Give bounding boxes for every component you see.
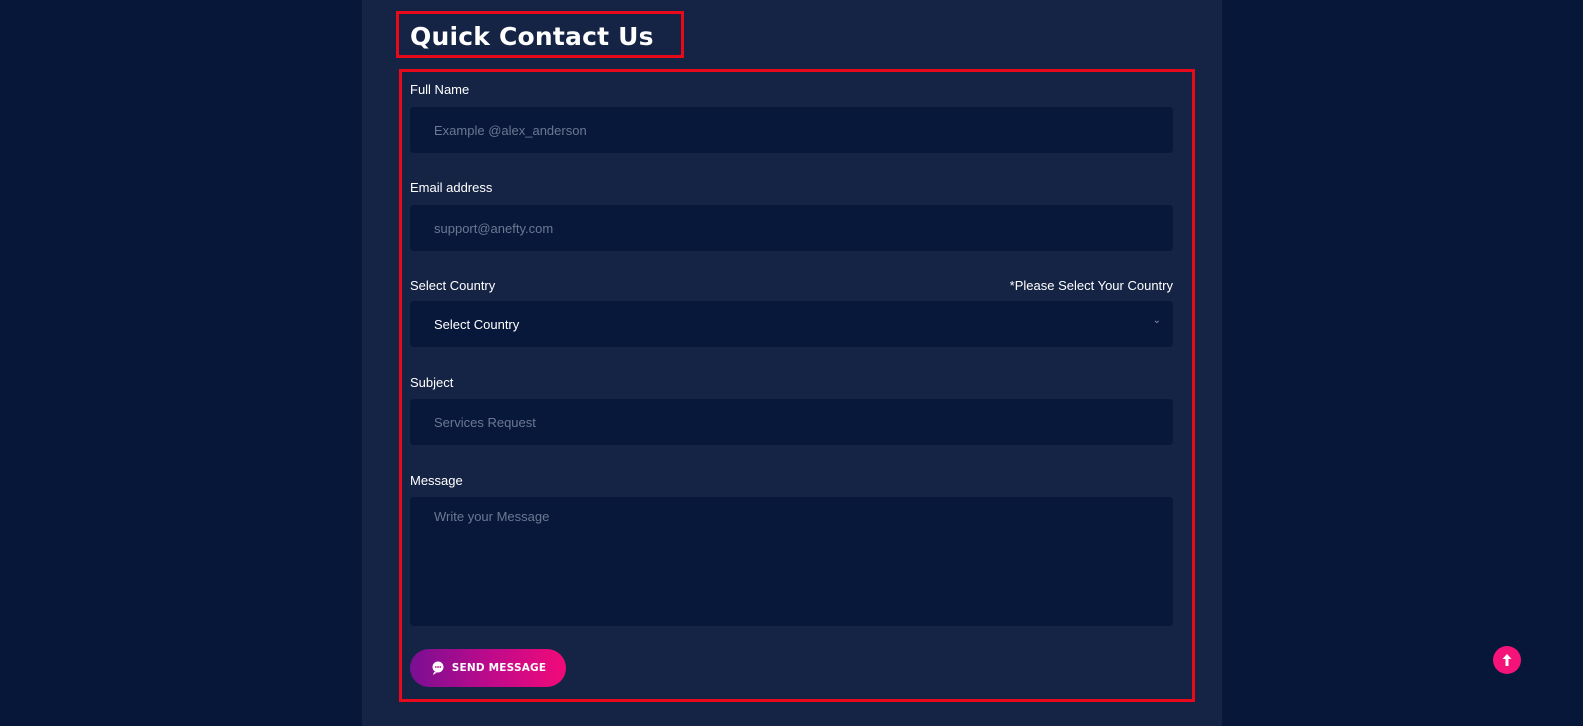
country-select[interactable]: Select Country ⌄: [410, 301, 1173, 347]
message-label: Message: [410, 473, 463, 488]
page-title: Quick Contact Us: [410, 22, 654, 51]
arrow-up-icon: [1502, 654, 1512, 666]
country-required-note: *Please Select Your Country: [1009, 278, 1173, 293]
country-select-value: Select Country: [434, 316, 520, 332]
full-name-input[interactable]: [410, 107, 1173, 153]
subject-input[interactable]: [410, 399, 1173, 445]
scroll-to-top-button[interactable]: [1493, 646, 1521, 674]
chat-send-icon: [432, 661, 444, 675]
send-message-label: SEND MESSAGE: [451, 662, 547, 674]
message-textarea[interactable]: [410, 497, 1173, 626]
subject-label: Subject: [410, 375, 454, 390]
country-label: Select Country: [410, 278, 496, 293]
full-name-label: Full Name: [410, 82, 470, 97]
email-label: Email address: [410, 180, 493, 195]
chevron-down-icon: ⌄: [1152, 315, 1161, 326]
send-message-button[interactable]: SEND MESSAGE: [410, 649, 566, 687]
email-input[interactable]: [410, 205, 1173, 251]
